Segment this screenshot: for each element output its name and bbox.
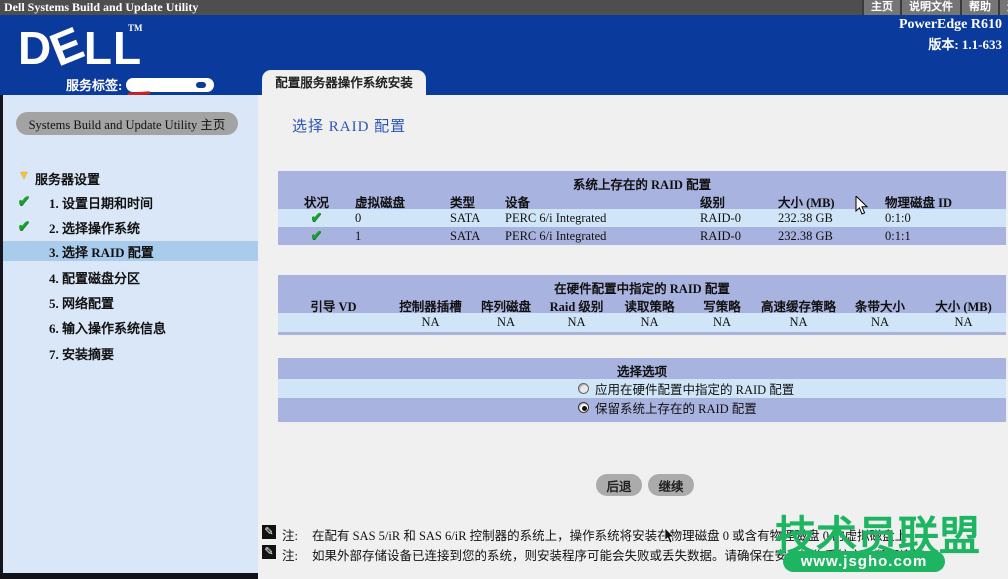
service-tag-redacted-blob	[126, 78, 214, 92]
sidebar-section-server-settings[interactable]: ▼ 服务器设置	[3, 168, 258, 188]
sidebar-item-date-time[interactable]: ✔ 1. 设置日期和时间	[3, 192, 258, 212]
table-row[interactable]: ✔ 1 SATA PERC 6/i Integrated RAID-0 232.…	[278, 227, 1006, 245]
secondary-cursor	[664, 528, 677, 545]
sidebar-item-select-raid[interactable]: 3. 选择 RAID 配置	[3, 241, 258, 261]
status-ok-icon: ✔	[311, 229, 323, 244]
sbuu-window: Dell Systems Build and Update Utility 主页…	[0, 0, 1008, 579]
top-menu: 主页 说明文件 帮助 退出	[862, 0, 1008, 15]
hw-raid-panel: 在硬件配置中指定的 RAID 配置 引导 VD 控制器插槽 阵列磁盘 Raid …	[278, 275, 1006, 335]
existing-raid-title: 系统上存在的 RAID 配置	[278, 174, 1006, 192]
dell-logo: DELL	[18, 21, 142, 75]
bottom-edge-strip	[0, 573, 258, 579]
version-text: 版本: 1.1-633	[928, 34, 1002, 53]
radio-selected[interactable]	[578, 402, 589, 413]
service-tag-row: 服务标签:	[66, 75, 214, 94]
menu-documentation[interactable]: 说明文件	[900, 0, 960, 15]
pencil-note-icon: ✎	[262, 525, 276, 539]
select-options-panel: 选择选项 应用在硬件配置中指定的 RAID 配置 保留系统上存在的 RAID 配…	[278, 358, 1006, 422]
header-banner: DELL TM 服务标签: PowerEdge R610 版本: 1.1-633	[0, 15, 1008, 95]
model-name: PowerEdge R610	[899, 17, 1002, 33]
page-title: 选择 RAID 配置	[292, 115, 406, 136]
sbuu-home-button[interactable]: Systems Build and Update Utility 主页	[16, 112, 238, 135]
menu-exit[interactable]: 退出	[998, 0, 1008, 15]
menu-home[interactable]: 主页	[862, 0, 900, 15]
option-keep-existing-raid[interactable]: 保留系统上存在的 RAID 配置	[278, 398, 1006, 417]
mouse-cursor	[855, 196, 871, 216]
window-title: Dell Systems Build and Update Utility	[4, 0, 198, 15]
window-titlebar: Dell Systems Build and Update Utility 主页…	[0, 0, 1008, 15]
sidebar-item-disk-partition[interactable]: 4. 配置磁盘分区	[3, 267, 258, 287]
check-icon: ✔	[13, 217, 35, 236]
hw-raid-title: 在硬件配置中指定的 RAID 配置	[278, 278, 1006, 296]
status-ok-icon: ✔	[311, 211, 323, 226]
select-options-title: 选择选项	[278, 361, 1006, 379]
tab-configure-os-install[interactable]: 配置服务器操作系统安装	[262, 70, 426, 95]
pencil-note-icon: ✎	[262, 545, 276, 559]
sidebar-item-os-info[interactable]: 6. 输入操作系统信息	[3, 317, 258, 337]
sidebar-item-install-summary[interactable]: 7. 安装摘要	[3, 343, 258, 363]
dell-tm-mark: TM	[128, 23, 143, 33]
table-row[interactable]: ✔ 0 SATA PERC 6/i Integrated RAID-0 232.…	[278, 209, 1006, 227]
hw-raid-header-row: 引导 VD 控制器插槽 阵列磁盘 Raid 级别 读取策略 写策略 高速缓存策略…	[278, 296, 1006, 313]
watermark-url: www.jsgho.com	[783, 551, 945, 572]
existing-raid-panel: 系统上存在的 RAID 配置 状况 虚拟磁盘 类型 设备 级别 大小 (MB) …	[278, 171, 1006, 245]
check-icon: ✔	[13, 192, 35, 211]
existing-raid-header-row: 状况 虚拟磁盘 类型 设备 级别 大小 (MB) 物理磁盘 ID	[278, 192, 1006, 209]
continue-button[interactable]: 继续	[648, 474, 694, 496]
collapse-triangle-icon[interactable]: ▼	[13, 168, 35, 183]
sidebar-item-network-config[interactable]: 5. 网络配置	[3, 292, 258, 312]
radio-unselected[interactable]	[578, 383, 589, 394]
sidebar-item-select-os[interactable]: ✔ 2. 选择操作系统	[3, 217, 258, 237]
menu-help[interactable]: 帮助	[960, 0, 998, 15]
table-row: NA NA NA NA NA NA NA NA	[278, 313, 1006, 332]
option-apply-hw-raid[interactable]: 应用在硬件配置中指定的 RAID 配置	[278, 379, 1006, 398]
service-tag-label: 服务标签:	[66, 75, 122, 94]
back-button[interactable]: 后退	[596, 474, 642, 496]
sidebar: Systems Build and Update Utility 主页 ▼ 服务…	[0, 95, 258, 579]
